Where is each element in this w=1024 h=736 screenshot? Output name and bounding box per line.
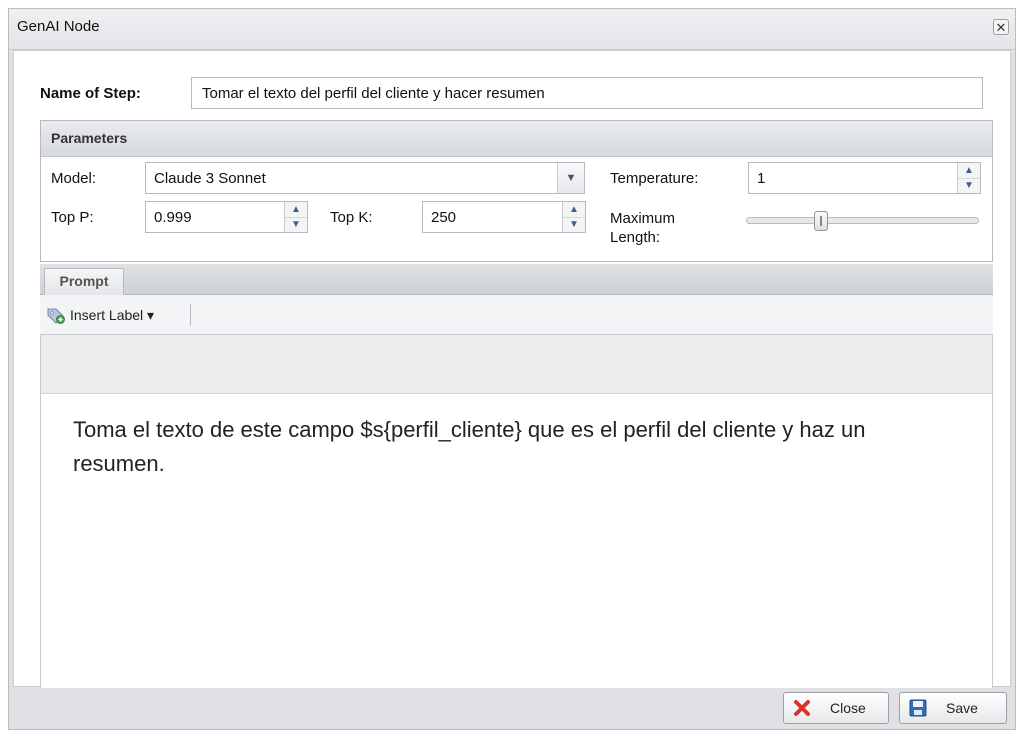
step-name-label: Name of Step: bbox=[40, 85, 141, 102]
prompt-toolbar: Insert Label ▾ bbox=[40, 295, 993, 335]
top-p-value: 0.999 bbox=[154, 209, 192, 226]
tag-add-icon bbox=[47, 308, 65, 324]
close-button-label: Close bbox=[830, 700, 866, 716]
top-k-label: Top K: bbox=[330, 209, 373, 226]
temperature-spinner[interactable]: ▲ ▼ bbox=[957, 163, 980, 193]
spin-down-icon[interactable]: ▼ bbox=[285, 217, 307, 232]
toolbar-separator bbox=[190, 304, 191, 326]
dialog-body: Name of Step: Tomar el texto del perfil … bbox=[13, 50, 1011, 688]
model-select[interactable]: Claude 3 Sonnet ▼ bbox=[145, 162, 585, 194]
close-button[interactable]: Close bbox=[783, 692, 889, 724]
max-length-slider[interactable] bbox=[746, 211, 979, 231]
chevron-down-icon[interactable]: ▼ bbox=[557, 163, 584, 193]
close-icon[interactable]: ✕ bbox=[993, 19, 1009, 35]
temperature-value: 1 bbox=[757, 170, 766, 187]
slider-handle[interactable] bbox=[814, 211, 828, 231]
floppy-disk-icon bbox=[909, 699, 927, 717]
step-name-input[interactable]: Tomar el texto del perfil del cliente y … bbox=[191, 77, 983, 109]
prompt-tabstrip: Prompt bbox=[40, 264, 993, 295]
top-k-input[interactable]: 250 ▲ ▼ bbox=[422, 201, 586, 233]
max-length-label-line2: Length: bbox=[610, 229, 661, 246]
max-length-label-line1: Maximum bbox=[610, 210, 676, 227]
prompt-editor[interactable]: Toma el texto de este campo $s{perfil_cl… bbox=[40, 335, 993, 688]
red-x-icon bbox=[794, 700, 810, 716]
insert-label-button[interactable]: Insert Label ▾ bbox=[44, 305, 154, 325]
parameters-title: Parameters bbox=[51, 130, 128, 146]
temperature-label: Temperature: bbox=[610, 170, 699, 187]
spin-up-icon[interactable]: ▲ bbox=[563, 202, 585, 218]
spin-up-icon[interactable]: ▲ bbox=[285, 202, 307, 218]
top-p-input[interactable]: 0.999 ▲ ▼ bbox=[145, 201, 308, 233]
spin-up-icon[interactable]: ▲ bbox=[958, 163, 980, 179]
spin-down-icon[interactable]: ▼ bbox=[563, 217, 585, 232]
top-k-value: 250 bbox=[431, 209, 457, 226]
editor-header-band bbox=[41, 335, 992, 394]
save-button-label: Save bbox=[946, 700, 978, 716]
top-k-spinner[interactable]: ▲ ▼ bbox=[562, 202, 585, 232]
max-length-label: Maximum Length: bbox=[610, 209, 675, 247]
spin-down-icon[interactable]: ▼ bbox=[958, 178, 980, 193]
dialog-title: GenAI Node bbox=[17, 18, 100, 35]
prompt-text[interactable]: Toma el texto de este campo $s{perfil_cl… bbox=[73, 413, 893, 481]
genai-node-dialog: GenAI Node ✕ Name of Step: Tomar el text… bbox=[8, 8, 1016, 730]
model-label: Model: bbox=[51, 170, 97, 187]
insert-label-text: Insert Label ▾ bbox=[70, 307, 155, 323]
temperature-input[interactable]: 1 ▲ ▼ bbox=[748, 162, 981, 194]
model-select-value: Claude 3 Sonnet bbox=[154, 170, 266, 187]
parameters-panel: Parameters Model: Claude 3 Sonnet ▼ Temp… bbox=[40, 120, 993, 262]
top-p-spinner[interactable]: ▲ ▼ bbox=[284, 202, 307, 232]
top-p-label: Top P: bbox=[51, 209, 94, 226]
parameters-header: Parameters bbox=[41, 121, 992, 157]
save-button[interactable]: Save bbox=[899, 692, 1007, 724]
dialog-titlebar[interactable]: GenAI Node ✕ bbox=[9, 9, 1015, 50]
tab-prompt[interactable]: Prompt bbox=[44, 268, 124, 295]
